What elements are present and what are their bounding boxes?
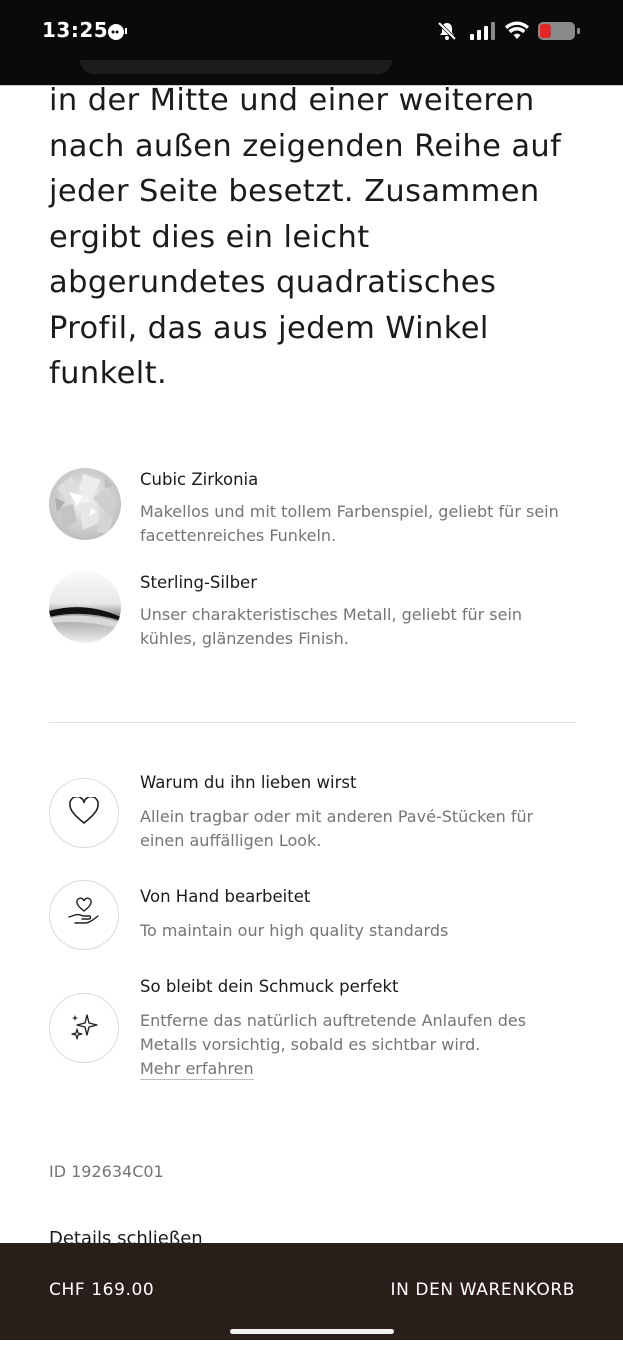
heart-icon: [68, 795, 100, 829]
sparkle-icon: [69, 1011, 99, 1045]
dynamic-island: [80, 60, 392, 74]
feature-title: Warum du ihn lieben wirst: [140, 773, 357, 792]
product-id: ID 192634C01: [49, 1162, 164, 1181]
feature-description: To maintain our high quality standards: [140, 921, 449, 940]
feature-description: Entferne das natürlich auftretende Anlau…: [140, 1011, 527, 1054]
sparkle-icon-circle: [49, 993, 119, 1063]
hand-heart-icon: [67, 897, 101, 933]
price: CHF 169.00: [49, 1280, 155, 1300]
learn-more-link[interactable]: Mehr erfahren: [140, 1059, 254, 1080]
material-title: Cubic Zirkonia: [140, 470, 259, 489]
purchase-bar: CHF 169.00 IN DEN WARENKORB: [0, 1243, 623, 1340]
status-bar: 13:25: [0, 0, 623, 85]
feature-title: Von Hand bearbeitet: [140, 887, 311, 906]
section-divider: [49, 722, 575, 723]
battery-icon: [537, 21, 581, 45]
material-description: Makellos und mit tollem Farbenspiel, gel…: [140, 502, 559, 545]
material-title: Sterling-Silber: [140, 573, 257, 592]
signal-icon: [470, 22, 496, 44]
material-description: Unser charakteristisches Metall, geliebt…: [140, 605, 523, 648]
sterling-silber-swatch: [49, 571, 121, 643]
feature-description: Allein tragbar oder mit anderen Pavé-Stü…: [140, 807, 534, 850]
feature-title: So bleibt dein Schmuck perfekt: [140, 977, 399, 996]
cubic-zirkonia-swatch: [49, 468, 121, 540]
home-indicator[interactable]: [230, 1329, 394, 1334]
wifi-icon: [505, 21, 529, 44]
hand-heart-icon-circle: [49, 880, 119, 950]
product-description: in der Mitte und einer weiteren nach auß…: [49, 83, 562, 391]
status-time: 13:25: [42, 18, 109, 42]
chat-bubble-icon: [106, 22, 128, 46]
add-to-cart-button[interactable]: IN DEN WARENKORB: [390, 1280, 575, 1300]
mute-bell-icon: [436, 20, 458, 46]
heart-icon-circle: [49, 778, 119, 848]
